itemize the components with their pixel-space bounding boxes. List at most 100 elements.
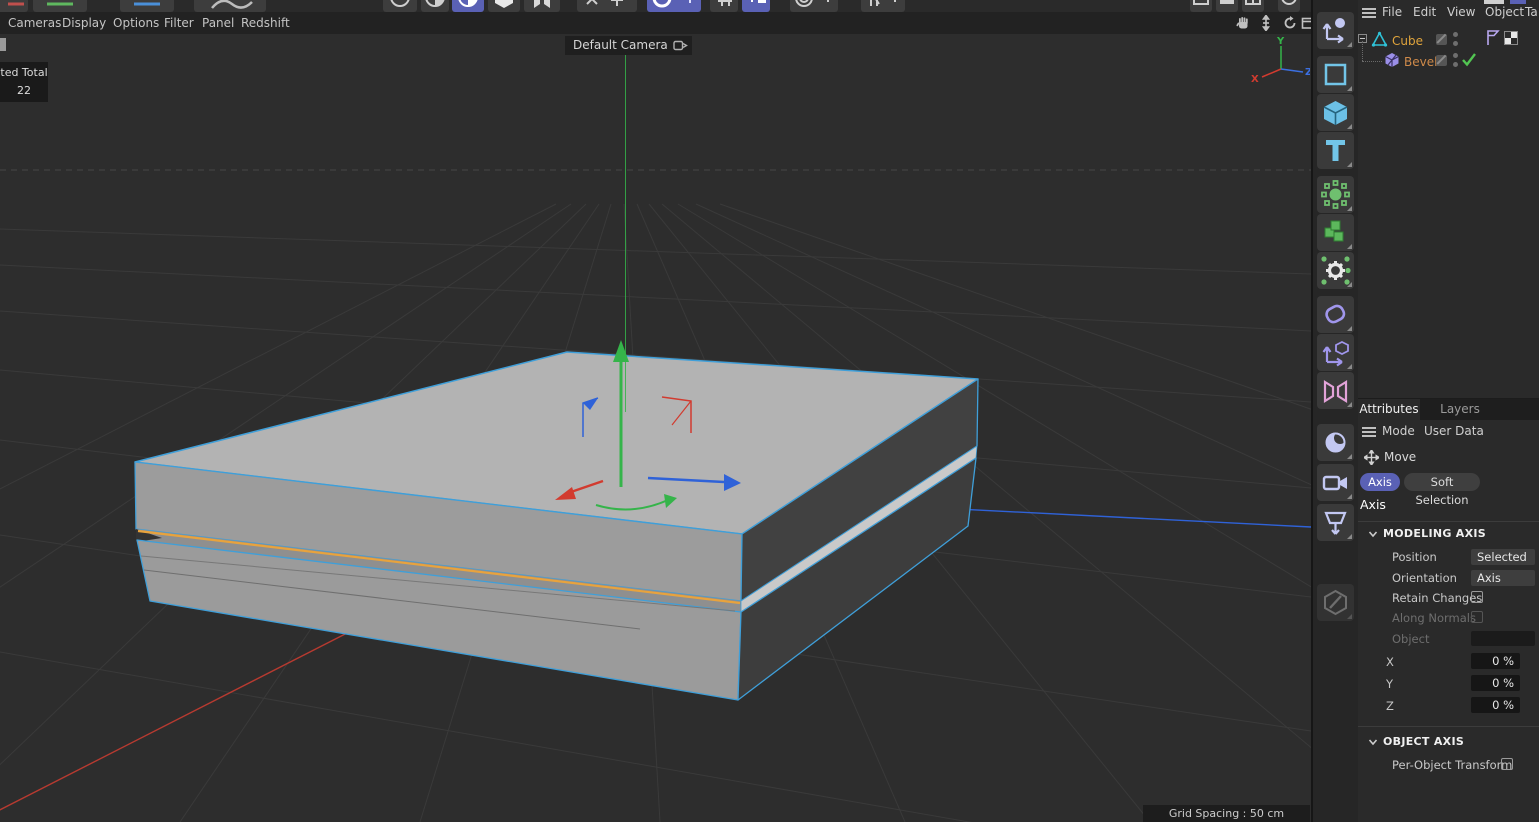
panel-menu-burger-icon[interactable] <box>1362 8 1376 18</box>
model-mode-button[interactable] <box>488 0 520 12</box>
phong-tag-flag-icon[interactable] <box>1486 29 1500 46</box>
panel-x-button[interactable] <box>1278 0 1300 12</box>
spline-tools-button[interactable] <box>194 0 266 12</box>
loop-select-button[interactable] <box>861 0 905 12</box>
enabled-check-icon[interactable] <box>1461 52 1477 67</box>
move-tool-icon <box>1364 450 1379 465</box>
grid-spacing-label: Grid Spacing : 50 cm <box>1143 805 1310 822</box>
tab-layers[interactable]: Layers <box>1435 399 1485 420</box>
tab-attributes[interactable]: Attributes <box>1358 399 1420 420</box>
top-toolbar <box>0 0 1311 12</box>
bevel-editor-visibility-dot[interactable] <box>1453 53 1458 58</box>
per-object-transform-checkbox[interactable] <box>1501 758 1513 770</box>
object-link-label: Object <box>1392 632 1429 646</box>
selection-info-label: ted Total <box>0 64 48 82</box>
axis-button[interactable]: Axis <box>1360 473 1400 491</box>
tree-branch-line <box>1362 61 1382 63</box>
viewport-3d[interactable]: Default Camera ted Total 22 Y X Z Grid S… <box>0 34 1311 822</box>
x-label: X <box>1386 655 1394 669</box>
z-axis-lock-button[interactable] <box>120 0 174 12</box>
axis-indicator: Y X Z <box>1248 36 1310 88</box>
y-axis-lock-button[interactable] <box>33 0 87 12</box>
light-button[interactable] <box>1317 424 1354 461</box>
spline-rectangle-button[interactable] <box>1317 56 1354 93</box>
axis-modify-button[interactable] <box>1317 334 1354 371</box>
texture-tag-icon[interactable] <box>1504 31 1518 45</box>
layout-b-button[interactable] <box>1216 0 1238 12</box>
menu-panel[interactable]: Panel <box>202 16 234 30</box>
clipped-toolbar-icon <box>1510 0 1526 4</box>
y-value-field[interactable]: 0 % <box>1471 675 1520 691</box>
menu-tags[interactable]: Ta <box>1525 5 1538 19</box>
mode-menu[interactable]: Mode <box>1382 424 1415 438</box>
symmetry-button[interactable] <box>1317 372 1354 409</box>
transform-tool-button[interactable] <box>1317 12 1354 49</box>
layout-a-button[interactable] <box>1190 0 1212 12</box>
menu-options[interactable]: Options <box>113 16 159 30</box>
deformer-button[interactable] <box>1317 296 1354 333</box>
polygons-mode-button[interactable] <box>452 0 484 12</box>
rings-select-button[interactable] <box>790 0 838 12</box>
layout-c-button[interactable] <box>1242 0 1264 12</box>
bevel-edit-toggle[interactable] <box>1436 55 1447 66</box>
quantize-add-button[interactable] <box>742 0 770 12</box>
camera-swap-icon[interactable] <box>673 39 688 52</box>
camera-label[interactable]: Default Camera <box>565 36 692 55</box>
retain-changes-checkbox[interactable] <box>1471 591 1483 603</box>
menu-redshift[interactable]: Redshift <box>241 16 290 30</box>
orientation-label: Orientation <box>1392 571 1457 585</box>
chevron-down-icon[interactable] <box>1368 737 1378 747</box>
z-value-field[interactable]: 0 % <box>1471 697 1520 713</box>
bevel-deformer-icon[interactable] <box>1384 52 1400 68</box>
menu-edit[interactable]: Edit <box>1413 5 1436 19</box>
menu-cameras[interactable]: Cameras <box>8 16 61 30</box>
menu-filter[interactable]: Filter <box>164 16 194 30</box>
stage-button[interactable] <box>1317 504 1354 541</box>
cube-render-visibility-dot[interactable] <box>1453 41 1458 46</box>
tree-branch-line <box>1362 41 1364 61</box>
cloner-button[interactable] <box>1317 176 1354 213</box>
clipped-toolbar-icon <box>1484 0 1504 4</box>
active-tool-label: Move <box>1384 450 1416 464</box>
selection-info-overlay: ted Total 22 <box>0 62 48 102</box>
menu-view[interactable]: View <box>1447 5 1475 19</box>
enable-axis-button[interactable] <box>647 0 701 12</box>
viewport-menubar: Cameras Display Options Filter Panel Red… <box>0 12 1311 35</box>
modeling-axis-header[interactable]: MODELING AXIS <box>1383 527 1486 540</box>
simulation-gear-button[interactable] <box>1317 252 1354 289</box>
cube-editor-visibility-dot[interactable] <box>1453 32 1458 37</box>
pan-hand-icon[interactable] <box>1235 15 1251 31</box>
bevel-render-visibility-dot[interactable] <box>1453 62 1458 67</box>
marquee-select-button[interactable] <box>577 0 637 12</box>
along-normals-checkbox <box>1471 611 1483 623</box>
separator <box>1358 726 1539 727</box>
text-tool-button[interactable] <box>1317 132 1354 169</box>
menu-display[interactable]: Display <box>62 16 106 30</box>
user-data-menu[interactable]: User Data <box>1424 424 1484 438</box>
orientation-dropdown[interactable]: Axis <box>1471 570 1535 586</box>
dolly-zoom-icon[interactable] <box>1258 15 1274 31</box>
soft-selection-button[interactable]: Soft Selection <box>1404 473 1480 491</box>
object-name-cube[interactable]: Cube <box>1392 34 1423 48</box>
object-name-bevel[interactable]: Bevel <box>1404 55 1437 69</box>
snap-grid-button[interactable] <box>710 0 738 12</box>
cube-edit-toggle[interactable] <box>1436 34 1447 45</box>
polygon-object-icon[interactable] <box>1371 31 1388 48</box>
axis-heading: Axis <box>1360 497 1386 512</box>
split-mode-button[interactable] <box>524 0 560 12</box>
menu-object[interactable]: Object <box>1485 5 1524 19</box>
chevron-down-icon[interactable] <box>1368 529 1378 539</box>
object-axis-header[interactable]: OBJECT AXIS <box>1383 735 1464 748</box>
position-dropdown[interactable]: Selected <box>1471 549 1535 565</box>
orbit-rotate-icon[interactable] <box>1282 15 1298 31</box>
svg-text:Z: Z <box>1305 67 1310 78</box>
camera-button[interactable] <box>1317 464 1354 501</box>
x-axis-lock-button[interactable] <box>0 0 28 12</box>
edges-mode-button[interactable] <box>421 0 449 12</box>
x-value-field[interactable]: 0 % <box>1471 653 1520 669</box>
attribute-mode-burger-icon[interactable] <box>1362 427 1376 437</box>
menu-file[interactable]: File <box>1382 5 1402 19</box>
points-mode-button[interactable] <box>383 0 417 12</box>
cube-primitive-button[interactable] <box>1317 94 1354 131</box>
volume-builder-button[interactable] <box>1317 214 1354 251</box>
